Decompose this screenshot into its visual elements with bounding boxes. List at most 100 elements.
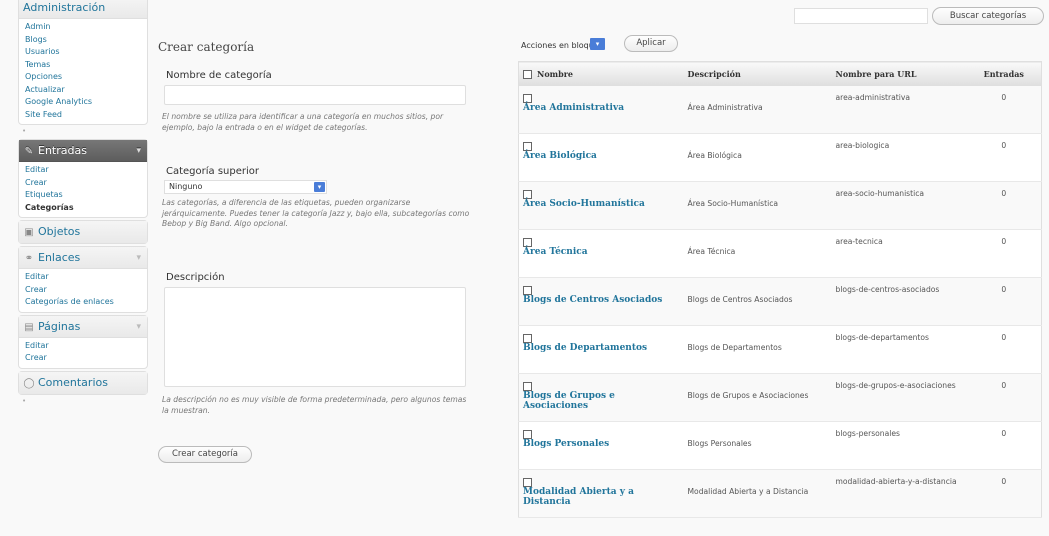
category-name-link[interactable]: Modalidad Abierta y a Distancia bbox=[523, 487, 668, 507]
submenu-item-etiquetas[interactable]: Etiquetas bbox=[25, 189, 147, 202]
cell-count[interactable]: 0 bbox=[966, 85, 1042, 134]
menu-separator: • bbox=[22, 127, 27, 135]
column-description[interactable]: Descripción bbox=[683, 61, 832, 86]
row-checkbox[interactable] bbox=[523, 430, 532, 439]
category-name-link[interactable]: Blogs de Centros Asociados bbox=[523, 295, 668, 305]
category-name-link[interactable]: Blogs Personales bbox=[523, 439, 668, 449]
cell-count[interactable]: 0 bbox=[966, 373, 1042, 422]
menu-head-paginas[interactable]: ▤ Páginas ▾ bbox=[19, 315, 147, 338]
cell-name: Blogs de Grupos e Asociaciones bbox=[518, 373, 684, 422]
submenu-item-editar[interactable]: Editar bbox=[25, 164, 147, 177]
submenu-item-categorias[interactable]: Categorías bbox=[25, 202, 147, 215]
menu-group-administracion: Administración Admin Blogs Usuarios Tema… bbox=[18, 0, 148, 125]
description-hint: La descripción no es muy visible de form… bbox=[162, 395, 467, 415]
select-all-checkbox[interactable] bbox=[523, 69, 532, 79]
apply-button[interactable]: Aplicar bbox=[624, 35, 678, 52]
category-name-link[interactable]: Área Administrativa bbox=[523, 103, 668, 113]
cell-description: Blogs de Centros Asociados bbox=[683, 277, 832, 326]
menu-head-enlaces[interactable]: ⚭ Enlaces ▾ bbox=[19, 247, 147, 269]
create-category-button[interactable]: Crear categoría bbox=[158, 446, 252, 463]
cell-name: Área Administrativa bbox=[518, 85, 684, 134]
row-checkbox[interactable] bbox=[523, 478, 532, 487]
category-name-link[interactable]: Área Socio-Humanística bbox=[523, 199, 668, 209]
chevron-down-icon[interactable]: ▾ bbox=[136, 140, 141, 162]
cell-slug: area-administrativa bbox=[831, 85, 967, 134]
menu-head-entradas[interactable]: ✎ Entradas ▾ bbox=[19, 140, 147, 162]
cell-name: Área Técnica bbox=[518, 229, 684, 278]
submenu-item-enlaces-editar[interactable]: Editar bbox=[25, 271, 147, 284]
menu-head-objetos[interactable]: ▣ Objetos bbox=[19, 221, 147, 243]
bulk-actions-select[interactable]: ▾ bbox=[590, 38, 605, 50]
parent-select-value: Ninguno bbox=[169, 182, 203, 191]
cell-count[interactable]: 0 bbox=[966, 181, 1042, 230]
row-checkbox[interactable] bbox=[523, 286, 532, 295]
menu-head-comentarios[interactable]: ◯ Comentarios bbox=[19, 371, 147, 394]
row-checkbox[interactable] bbox=[523, 142, 532, 151]
name-label: Nombre de categoría bbox=[166, 70, 272, 81]
submenu-item-temas[interactable]: Temas bbox=[25, 59, 147, 72]
chevron-down-icon[interactable]: ▾ bbox=[136, 316, 141, 338]
category-name-link[interactable]: Área Biológica bbox=[523, 151, 668, 161]
submenu-item-crear[interactable]: Crear bbox=[25, 177, 147, 190]
submenu-item-google-analytics[interactable]: Google Analytics bbox=[25, 96, 147, 109]
search-categories-input[interactable] bbox=[794, 8, 928, 24]
submenu-item-enlaces-crear[interactable]: Crear bbox=[25, 284, 147, 297]
dropdown-arrow-icon[interactable]: ▾ bbox=[314, 182, 325, 192]
cell-description: Blogs Personales bbox=[683, 421, 832, 470]
paginas-submenu: Editar Crear bbox=[19, 338, 147, 368]
cell-count[interactable]: 0 bbox=[966, 277, 1042, 326]
table-row: Blogs de Departamentos Blogs de Departam… bbox=[518, 325, 1042, 374]
column-count[interactable]: Entradas bbox=[966, 61, 1042, 86]
media-icon: ▣ bbox=[24, 227, 34, 238]
cell-slug: modalidad-abierta-y-a-distancia bbox=[831, 469, 967, 518]
form-title: Crear categoría bbox=[158, 40, 255, 54]
row-checkbox[interactable] bbox=[523, 238, 532, 247]
row-checkbox[interactable] bbox=[523, 94, 532, 103]
cell-slug: blogs-de-grupos-e-asociaciones bbox=[831, 373, 967, 422]
submenu-item-usuarios[interactable]: Usuarios bbox=[25, 46, 147, 59]
menu-head-enlaces-label: Enlaces bbox=[38, 251, 81, 264]
search-categories-button[interactable]: Buscar categorías bbox=[932, 7, 1044, 25]
category-name-input[interactable] bbox=[164, 85, 466, 105]
column-slug[interactable]: Nombre para URL bbox=[831, 61, 967, 86]
submenu-item-paginas-editar[interactable]: Editar bbox=[25, 340, 147, 353]
categories-table: Nombre Descripción Nombre para URL Entra… bbox=[518, 61, 1042, 518]
category-name-link[interactable]: Blogs de Grupos e Asociaciones bbox=[523, 391, 668, 411]
menu-group-enlaces: ⚭ Enlaces ▾ Editar Crear Categorías de en… bbox=[18, 246, 148, 313]
column-name[interactable]: Nombre bbox=[518, 61, 684, 86]
submenu-item-admin[interactable]: Admin bbox=[25, 21, 147, 34]
cell-count[interactable]: 0 bbox=[966, 229, 1042, 278]
admin-sidebar: Administración Admin Blogs Usuarios Tema… bbox=[18, 0, 148, 536]
cell-slug: blogs-de-centros-asociados bbox=[831, 277, 967, 326]
row-checkbox[interactable] bbox=[523, 190, 532, 199]
submenu-item-categorias-enlaces[interactable]: Categorías de enlaces bbox=[25, 296, 147, 309]
row-checkbox[interactable] bbox=[523, 382, 532, 391]
menu-head-administracion[interactable]: Administración bbox=[19, 0, 147, 19]
description-textarea[interactable] bbox=[164, 287, 466, 387]
submenu-item-blogs[interactable]: Blogs bbox=[25, 34, 147, 47]
entradas-submenu: Editar Crear Etiquetas Categorías bbox=[19, 162, 147, 217]
category-name-link[interactable]: Blogs de Departamentos bbox=[523, 343, 668, 353]
cell-count[interactable]: 0 bbox=[966, 325, 1042, 374]
link-icon: ⚭ bbox=[24, 253, 34, 264]
menu-head-objetos-label: Objetos bbox=[38, 225, 81, 238]
cell-slug: blogs-de-departamentos bbox=[831, 325, 967, 374]
cell-count[interactable]: 0 bbox=[966, 421, 1042, 470]
table-row: Área Administrativa Área Administrativa … bbox=[518, 85, 1042, 134]
cell-description: Modalidad Abierta y a Distancia bbox=[683, 469, 832, 518]
table-header-row: Nombre Descripción Nombre para URL Entra… bbox=[518, 61, 1042, 86]
cell-name: Blogs Personales bbox=[518, 421, 684, 470]
category-name-link[interactable]: Área Técnica bbox=[523, 247, 668, 257]
cell-description: Área Administrativa bbox=[683, 85, 832, 134]
cell-count[interactable]: 0 bbox=[966, 469, 1042, 518]
row-checkbox[interactable] bbox=[523, 334, 532, 343]
submenu-item-site-feed[interactable]: Site Feed bbox=[25, 109, 147, 122]
menu-group-paginas: ▤ Páginas ▾ Editar Crear bbox=[18, 314, 148, 369]
submenu-item-actualizar[interactable]: Actualizar bbox=[25, 84, 147, 97]
parent-category-select[interactable]: Ninguno ▾ bbox=[164, 180, 327, 194]
submenu-item-paginas-crear[interactable]: Crear bbox=[25, 352, 147, 365]
submenu-item-opciones[interactable]: Opciones bbox=[25, 71, 147, 84]
table-row: Blogs de Grupos e Asociaciones Blogs de … bbox=[518, 373, 1042, 422]
chevron-down-icon[interactable]: ▾ bbox=[136, 247, 141, 269]
cell-count[interactable]: 0 bbox=[966, 133, 1042, 182]
